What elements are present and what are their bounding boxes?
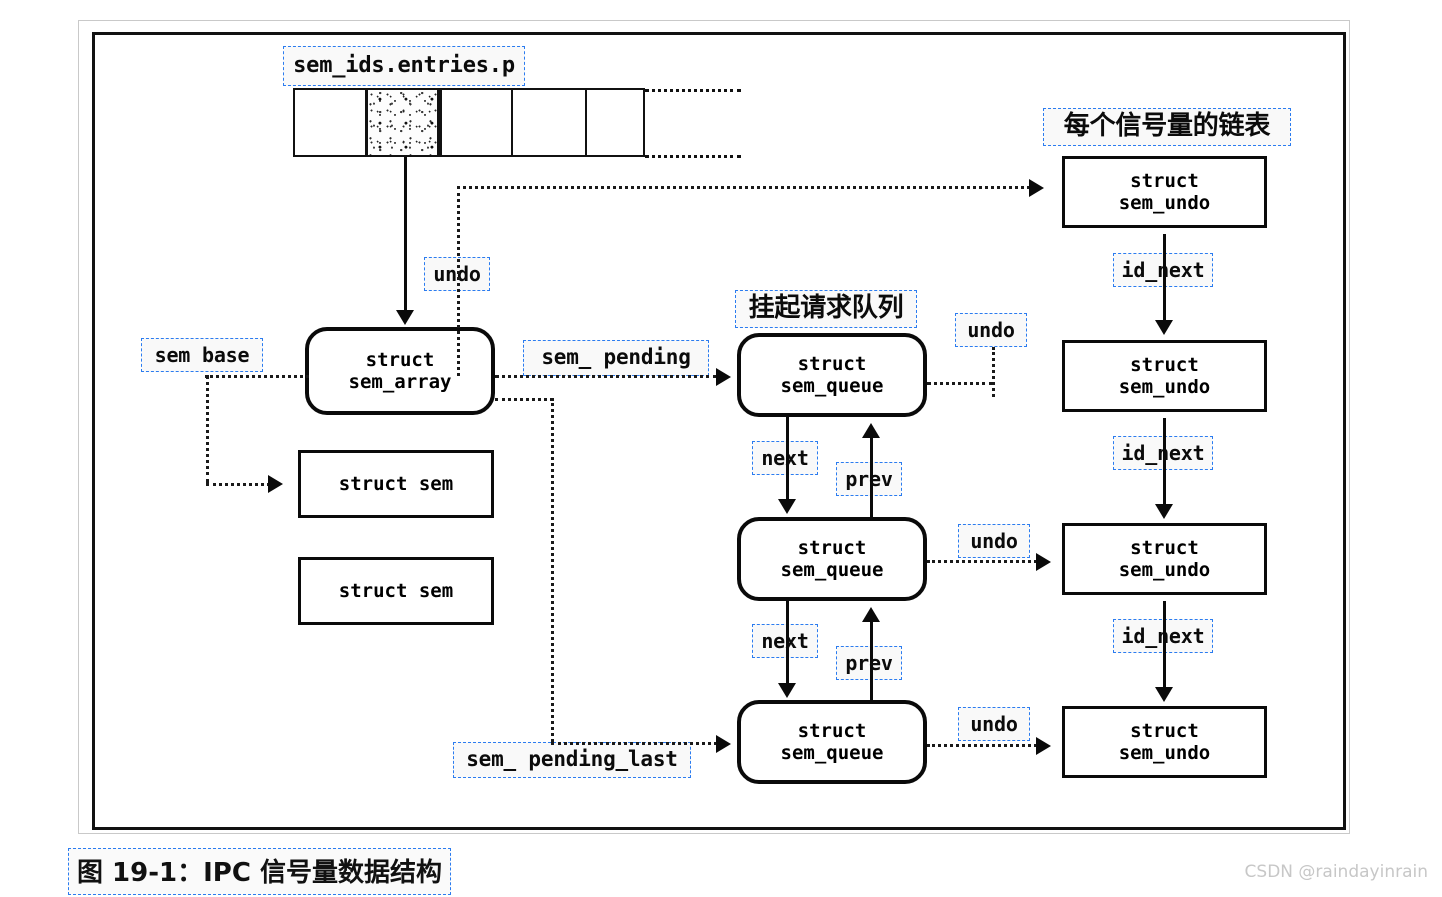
sem-ids-entries-table (293, 88, 645, 157)
node-sem-undo-2: struct sem_undo (1062, 340, 1270, 415)
edge-undo-q3 (927, 744, 1037, 747)
edge-sembase-h2 (206, 483, 270, 486)
undo3-line1: struct (1130, 536, 1199, 559)
figure-caption-wrap: 图 19-1：IPC 信号量数据结构 (68, 848, 451, 895)
arrowhead-sembase (268, 475, 283, 493)
queue3-line1: struct (797, 719, 867, 742)
node-sem-array-label: struct sem_array (309, 349, 491, 393)
edge-undo-q1-h (927, 382, 993, 385)
node-struct-sem-2: struct sem (298, 557, 497, 628)
arrowhead-next-1 (778, 499, 796, 514)
edge-sem-pending (495, 375, 717, 378)
arrowhead-next-2 (778, 683, 796, 698)
watermark: CSDN @raindayinrain (1244, 862, 1428, 882)
node-sem-undo-3: struct sem_undo (1062, 523, 1270, 598)
node-sem-undo-1-label: struct sem_undo (1065, 170, 1264, 214)
array-cell (585, 88, 645, 157)
arrowhead-undo-array (1029, 179, 1044, 197)
queue1-line1: struct (797, 352, 867, 375)
undo2-line1: struct (1130, 353, 1199, 376)
label-sem-pending-last: sem_ pending_last (453, 742, 691, 778)
edge-undo-array-h (457, 186, 1030, 189)
queue3-line2: sem_queue (780, 742, 884, 764)
edge-prev-1 (870, 430, 873, 520)
undo4-line2: sem_undo (1118, 742, 1211, 764)
undo1-line1: struct (1130, 169, 1199, 192)
edge-next-1 (786, 417, 789, 501)
node-sem-undo-4: struct sem_undo (1062, 706, 1270, 781)
arrowhead-id-next-2 (1155, 504, 1173, 519)
array-dots-top (645, 89, 741, 92)
node-sem-undo-1: struct sem_undo (1062, 156, 1270, 231)
node-sem-queue-2-label: struct sem_queue (741, 537, 923, 581)
queue2-line1: struct (797, 536, 867, 559)
label-next-2: next (752, 624, 818, 658)
array-cell (511, 88, 585, 157)
sem-array-line2: sem_array (348, 371, 452, 393)
arrowhead-sem-pending (716, 368, 731, 386)
edge-id-next-3 (1163, 601, 1166, 689)
edge-id-next-1 (1163, 234, 1166, 322)
label-undo-queue-2: undo (958, 524, 1030, 558)
edge-sembase-h1 (205, 375, 309, 378)
array-cell (293, 88, 365, 157)
arrowhead-undo-q3 (1036, 737, 1051, 755)
array-label: sem_ids.entries.p (283, 46, 525, 86)
queue2-line2: sem_queue (780, 559, 884, 581)
arrowhead-pending-last (716, 735, 731, 753)
heading-per-sem-list: 每个信号量的链表 (1043, 108, 1291, 146)
edge-pending-last-h0 (495, 398, 553, 401)
label-prev-1: prev (836, 462, 902, 496)
edge-undo-q1-v (992, 347, 995, 397)
node-sem-queue-1-label: struct sem_queue (741, 353, 923, 397)
queue1-line2: sem_queue (780, 375, 884, 397)
edge-pending-last-v (551, 398, 554, 742)
figure-caption: 图 19-1：IPC 信号量数据结构 (68, 848, 451, 895)
undo3-line2: sem_undo (1118, 559, 1211, 581)
node-struct-sem-1: struct sem (298, 450, 497, 521)
node-sem-queue-3-label: struct sem_queue (741, 720, 923, 764)
label-sem-base: sem base (141, 338, 263, 372)
edge-next-2 (786, 601, 789, 685)
edge-pending-last-h (551, 742, 717, 745)
node-sem-undo-2-label: struct sem_undo (1065, 354, 1264, 398)
arrowhead-id-next-3 (1155, 687, 1173, 702)
label-undo-queue-1: undo (955, 313, 1027, 347)
undo1-line2: sem_undo (1118, 192, 1211, 214)
label-undo-queue-3: undo (958, 707, 1030, 741)
arrowhead-id-next-1 (1155, 320, 1173, 335)
edge-undo-array-v (457, 186, 460, 376)
arrowhead-prev-1 (862, 423, 880, 438)
label-next-1: next (752, 441, 818, 475)
edge-id-next-2 (1163, 418, 1166, 506)
edge-undo-q2 (927, 560, 1037, 563)
array-dots-bottom (645, 155, 741, 158)
node-sem-queue-1: struct sem_queue (737, 333, 931, 421)
node-struct-sem-1-label: struct sem (338, 472, 454, 495)
label-prev-2: prev (836, 646, 902, 680)
heading-pending-queue: 挂起请求队列 (735, 290, 917, 328)
node-sem-undo-3-label: struct sem_undo (1065, 537, 1264, 581)
arrowhead-array-to-semarray (396, 310, 414, 325)
node-sem-undo-4-label: struct sem_undo (1065, 720, 1264, 764)
array-cell-highlighted (365, 88, 440, 157)
array-cell (440, 88, 511, 157)
figure-canvas: sem_ids.entries.p undo struct sem_array … (0, 0, 1442, 897)
node-sem-queue-3: struct sem_queue (737, 700, 931, 788)
arrowhead-undo-q2 (1036, 553, 1051, 571)
node-struct-sem-2-label: struct sem (338, 579, 454, 602)
sem-array-line1: struct (365, 348, 435, 371)
node-sem-array: struct sem_array (305, 327, 499, 419)
edge-prev-2 (870, 614, 873, 704)
label-sem-pending: sem_ pending (523, 340, 709, 376)
edge-sembase-v (206, 375, 209, 483)
edge-array-to-semarray (404, 157, 407, 312)
arrowhead-prev-2 (862, 607, 880, 622)
undo4-line1: struct (1130, 719, 1199, 742)
node-sem-queue-2: struct sem_queue (737, 517, 931, 605)
undo2-line2: sem_undo (1118, 376, 1211, 398)
